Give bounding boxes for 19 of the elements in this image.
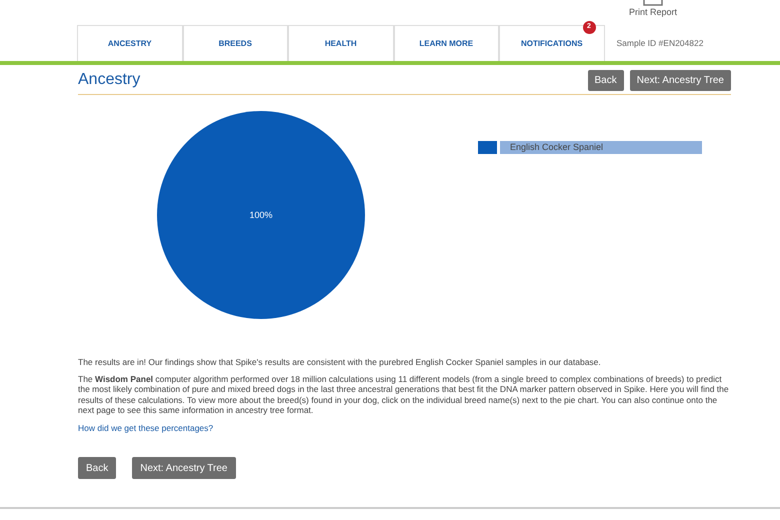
back-button[interactable]: Back xyxy=(588,70,624,90)
print-report-link[interactable]: Print Report xyxy=(628,6,678,20)
printer-icon[interactable] xyxy=(643,0,663,6)
nav-tab[interactable]: BREEDS xyxy=(218,38,252,50)
help-link[interactable]: How did we get these percentages? xyxy=(78,422,214,434)
page-title: Ancestry xyxy=(78,70,140,90)
next-button[interactable]: Next: Ancestry Tree xyxy=(630,70,731,90)
breed-link[interactable]: English Cocker Spaniel xyxy=(500,141,702,154)
nav-tab[interactable]: ANCESTRY xyxy=(108,38,152,50)
next-button[interactable]: Next: Ancestry Tree xyxy=(132,457,236,480)
nav-tab[interactable]: NOTIFICATIONS xyxy=(520,38,583,50)
nav-tab[interactable]: HEALTH xyxy=(324,38,357,50)
back-button[interactable]: Back xyxy=(78,457,116,480)
paragraph: The Wisdom Panel computer algorithm performed over 18 million calculations using 11 different models (from a single breed to complex combinations of breeds) to predict the most likely combination of pure and mixed breed dogs in the last three ancestral generations that best fit the DNA marker pattern observed in Spike. Here you will find the results of these calculations. To view more about the breed(s) found in your dog, click on the individual breed name(s) next to the pie chart. You can also continue onto the next page to see this same information in ancestry tree format. xyxy=(78,374,730,416)
slice-label: 100% xyxy=(249,210,273,220)
paragraph: The results are in! Our findings show that Spike's results are consistent with the purebred English Cocker Spaniel samples in our database. xyxy=(78,357,602,368)
nav-tab[interactable]: LEARN MORE xyxy=(419,38,474,50)
sample-id: Sample ID #EN204822 xyxy=(616,36,704,50)
legend-swatch xyxy=(478,141,497,154)
